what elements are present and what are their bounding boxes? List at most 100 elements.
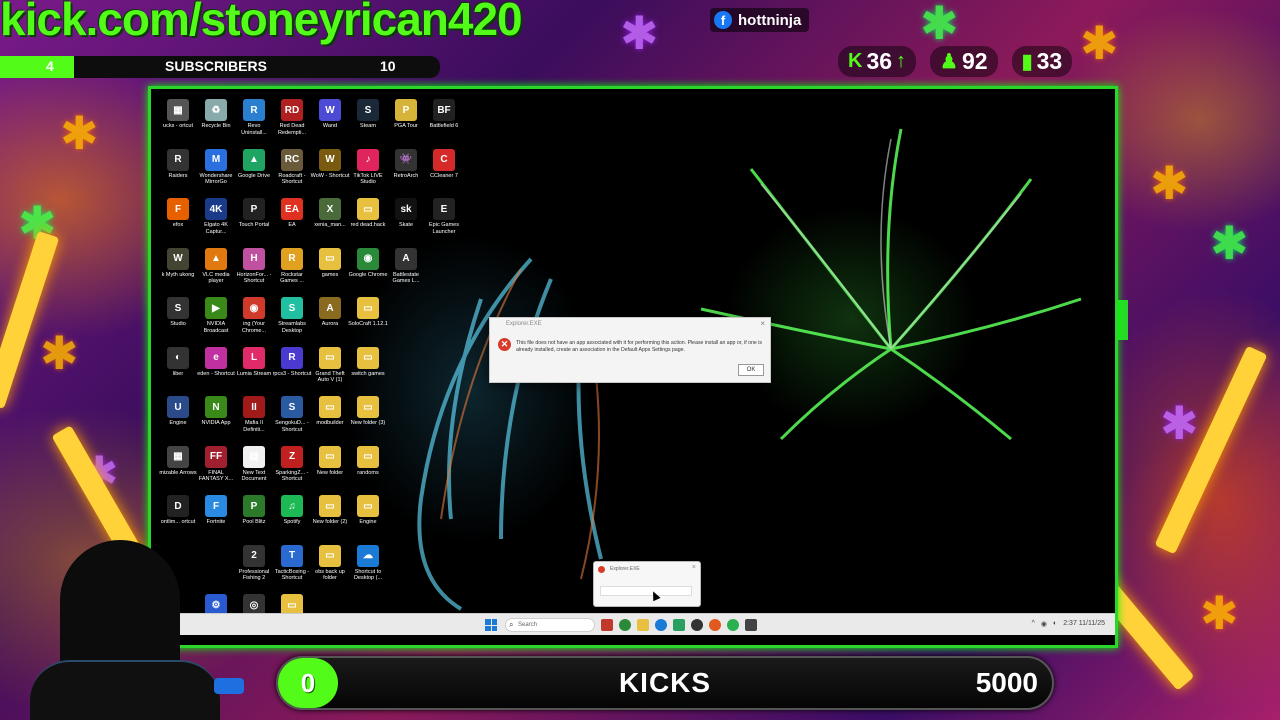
desktop-icon[interactable]: ▦ ucks - ortcut <box>159 99 197 149</box>
desktop-icon[interactable]: A Battlestate Games L... <box>387 247 425 298</box>
desktop-icon[interactable]: ▭ games <box>311 247 349 298</box>
desktop-icon-label: eden - Shortcut <box>197 370 235 377</box>
spotify-taskbar-icon[interactable] <box>727 619 739 631</box>
chevron-up-icon[interactable]: ^ <box>1032 620 1035 628</box>
desktop-icon[interactable]: ♫ Spotify <box>273 495 311 545</box>
app-icon: X <box>319 198 341 220</box>
desktop-icon[interactable]: ◉ ing (Your Chrome... <box>235 297 273 347</box>
desktop-icon[interactable]: ☁ Shortcut to Desktop (... <box>349 544 387 595</box>
desktop-icon[interactable]: P Pool Blitz <box>235 495 273 545</box>
app-icon: FF <box>205 445 227 468</box>
taskbar-window-preview[interactable]: Explorer.EXE × <box>593 561 701 607</box>
desktop-icon[interactable]: ▤ New Text Document <box>235 445 273 496</box>
desktop-icon[interactable]: H HorizonFor... - Shortcut <box>235 247 273 298</box>
desktop-icon[interactable]: E Epic Games Launcher <box>425 198 463 248</box>
desktop-icon-label: Recycle Bin <box>201 123 231 129</box>
dialog-close-button[interactable]: × <box>760 319 765 328</box>
desktop-icon[interactable]: Wk Myth ukong <box>159 247 197 298</box>
desktop-icon[interactable]: ♪ TikTok LIVE Studio <box>349 148 387 199</box>
desktop-icon <box>387 495 425 545</box>
taskbar-search-box[interactable]: ⌕ Search <box>505 618 595 632</box>
desktop-icon[interactable]: II Mafia II Definiti... <box>235 396 273 446</box>
desktop-icon[interactable]: 4K Elgato 4K Captur... <box>197 198 235 248</box>
desktop-icon[interactable]: R Revo Uninstall... <box>235 99 273 149</box>
desktop-icon[interactable]: RC Roadcraft - Shortcut <box>273 148 311 199</box>
preview-close-button[interactable]: × <box>692 564 696 571</box>
obs-taskbar-icon[interactable] <box>691 619 703 631</box>
desktop-icon[interactable]: C CCleaner 7 <box>425 148 463 199</box>
desktop-icon[interactable]: ▲ VLC media player <box>197 247 235 298</box>
app-icon: ▭ <box>357 495 379 517</box>
desktop-icon[interactable]: ♻ Recycle Bin <box>197 99 235 149</box>
network-icon[interactable]: ◉ <box>1041 620 1047 628</box>
clock[interactable]: 2:37 11/11/25 <box>1063 620 1105 628</box>
desktop-icon[interactable]: N NVIDIA App <box>197 396 235 446</box>
volume-icon[interactable]: ◐ <box>1053 620 1057 628</box>
taskbar-app-icon[interactable] <box>601 619 613 631</box>
app-taskbar-icon[interactable] <box>745 619 757 631</box>
desktop-icon-label: TacticBoxing - Shortcut <box>274 568 310 582</box>
desktop-icon-label: Battlestate Games L... <box>392 271 420 285</box>
app-icon: ▶ <box>205 297 227 319</box>
desktop-icon[interactable]: EA EA <box>273 198 311 248</box>
messenger-taskbar-icon[interactable] <box>655 619 667 631</box>
desktop-icon[interactable]: FF FINAL FANTASY X... <box>197 445 235 496</box>
desktop-icon-label: Spotify <box>283 519 301 525</box>
desktop-icon <box>387 446 425 496</box>
xbox-taskbar-icon[interactable] <box>673 619 685 631</box>
desktop-icon[interactable]: A Aurora <box>311 297 349 347</box>
desktop-icon[interactable]: ▭ modbuilder <box>311 396 349 446</box>
firefox-taskbar-icon[interactable] <box>709 619 721 631</box>
desktop-icon[interactable]: ▶ NVIDIA Broadcast <box>197 297 235 347</box>
desktop-icon[interactable]: ▭ obs back up folder <box>311 544 349 595</box>
desktop-icon[interactable]: ▭ Grand Theft Auto V (1) <box>311 346 349 397</box>
desktop-icon[interactable]: ◐ liber <box>159 346 197 397</box>
desktop-icon[interactable]: U Engine <box>159 396 197 446</box>
desktop-icon[interactable]: ◉ Google Chrome <box>349 247 387 298</box>
desktop-icon[interactable]: R Raiders <box>159 148 197 199</box>
desktop-icon[interactable]: ▭ New folder (3) <box>349 396 387 446</box>
desktop-icon[interactable]: R Rockstar Games ... <box>273 247 311 298</box>
chrome-taskbar-icon[interactable] <box>619 619 631 631</box>
desktop-icon[interactable]: e eden - Shortcut <box>197 346 235 397</box>
desktop-icon[interactable]: ▭ SoloCraft 1.12.1 <box>348 297 388 347</box>
desktop-icon[interactable]: Fefox <box>159 198 197 248</box>
desktop-icon[interactable]: S Studio <box>159 297 197 347</box>
desktop-icon[interactable]: ▭ New folder (2) <box>311 495 349 545</box>
desktop-icon[interactable]: W Wand <box>311 99 349 149</box>
desktop-icon[interactable]: BF Battlefield 6 <box>425 99 463 149</box>
desktop-icon[interactable]: ▭ switch games <box>349 346 387 397</box>
cannabis-leaf-icon: ✱ <box>60 107 99 159</box>
start-button[interactable] <box>485 619 497 631</box>
desktop-icon[interactable]: Z SparkingZ... - Shortcut <box>273 445 311 496</box>
app-icon: ♻ <box>205 99 227 121</box>
desktop-icon[interactable]: ▭ randoms <box>349 445 387 496</box>
desktop-icon[interactable]: ▲ Google Drive <box>235 148 273 199</box>
dialog-ok-button[interactable]: OK <box>738 364 764 376</box>
desktop-icon[interactable]: W WoW - Shortcut <box>311 148 349 199</box>
desktop-icon[interactable]: S SengokuD... - Shortcut <box>273 396 311 446</box>
desktop-icon[interactable]: Rrpcs3 - Shortcut <box>273 346 311 397</box>
desktop-icon[interactable]: P Touch Portal <box>235 198 273 248</box>
file-explorer-taskbar-icon[interactable] <box>637 619 649 631</box>
desktop-icon[interactable]: L Lumia Stream <box>235 346 273 397</box>
stream-overlay: ✱ ✱ ✱ ✱ ✱ ✱ ✱ ✱ ✱ ✱ ✱ kick.com/stoneyric… <box>0 0 1280 720</box>
desktop-icon[interactable]: Xxenia_man... <box>311 198 349 248</box>
desktop-icon[interactable]: 2 Professional Fishing 2 <box>235 544 273 595</box>
subscriber-count: 4 <box>46 58 54 74</box>
desktop-icon[interactable]: 👾 RetroArch <box>387 148 425 199</box>
desktop-icon[interactable]: ▭ Engine <box>349 495 387 545</box>
desktop-icon[interactable]: ▭ red dead.hack <box>349 198 387 248</box>
desktop-icon[interactable]: P PGA Tour <box>387 99 425 149</box>
screen-capture-frame: ▦ ucks - ortcut ♻ Recycle Bin R Revo Uninstal… <box>148 86 1118 648</box>
desktop-icon[interactable]: M Wondershare MirrorGo <box>197 148 235 199</box>
desktop-icon[interactable]: ▭ New folder <box>311 445 349 496</box>
desktop-icon[interactable]: T TacticBoxing - Shortcut <box>273 544 311 595</box>
desktop-icon[interactable]: sk Skate <box>387 198 425 248</box>
desktop-icon[interactable]: S Streamlabs Desktop <box>273 297 311 347</box>
desktop-icon[interactable]: RD Red Dead Redempti... <box>273 99 311 149</box>
desktop-icon[interactable]: ▦ mizable Arrows <box>159 445 197 496</box>
desktop-icon[interactable]: S Steam <box>349 99 387 149</box>
windows-desktop[interactable]: ▦ ucks - ortcut ♻ Recycle Bin R Revo Uninstal… <box>151 89 1115 616</box>
app-icon: ▭ <box>319 346 341 369</box>
